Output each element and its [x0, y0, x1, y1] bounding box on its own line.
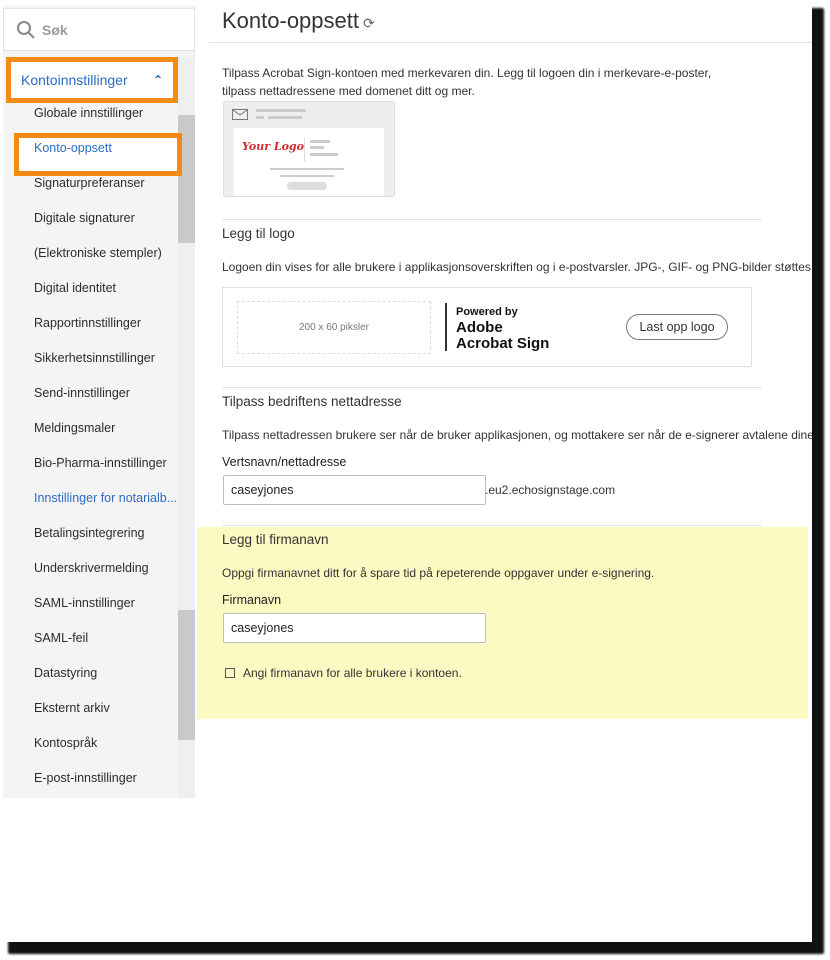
sidebar-item[interactable]: E-post-innstillinger	[34, 771, 137, 785]
sidebar-item[interactable]: Send-innstillinger	[34, 386, 130, 400]
sidebar-item[interactable]: Datastyring	[34, 666, 97, 680]
sidebar-item[interactable]: Innstillinger for notarialb...	[34, 491, 177, 505]
company-name-value: caseyjones	[231, 621, 294, 635]
sidebar-item[interactable]: Bio-Pharma-innstillinger	[34, 456, 167, 470]
sidebar: Søk Kontoinnstillinger ⌃ Globale innstil…	[3, 5, 195, 798]
sidebar-item[interactable]: (Elektroniske stempler)	[34, 246, 162, 260]
brand-line: Adobe	[456, 319, 503, 336]
your-logo-text: Your Logo	[242, 140, 304, 153]
sidebar-item[interactable]: Digitale signaturer	[34, 211, 135, 225]
sidebar-item[interactable]: Digital identitet	[34, 281, 116, 295]
placeholder-bar	[256, 116, 264, 119]
sidebar-item[interactable]: Globale innstillinger	[34, 106, 143, 120]
sidebar-item[interactable]: Konto-oppsett	[34, 141, 112, 155]
sidebar-item[interactable]: Betalingsintegrering	[34, 526, 145, 540]
email-logo-preview: Your Logo	[223, 101, 395, 197]
hostname-label: Vertsnavn/nettadresse	[222, 455, 347, 469]
domain-suffix: .eu2.echosignstage.com	[485, 483, 616, 497]
refresh-icon[interactable]: ⟳	[363, 15, 375, 31]
separator	[445, 303, 447, 351]
placeholder-bar	[256, 109, 306, 112]
logo-upload-box: 200 x 60 piksler Powered by Adobe Acroba…	[222, 287, 752, 367]
intro-text: tilpass nettadressene med domenet ditt o…	[222, 84, 475, 98]
divider	[222, 219, 762, 220]
upload-logo-button[interactable]: Last opp logo	[626, 314, 728, 340]
sidebar-group-kontoinnstillinger[interactable]: Kontoinnstillinger ⌃	[6, 57, 178, 103]
app-window: Søk Kontoinnstillinger ⌃ Globale innstil…	[0, 0, 812, 942]
url-description: Tilpass nettadressen brukere ser når de …	[222, 428, 812, 442]
sidebar-item[interactable]: SAML-feil	[34, 631, 88, 645]
search-icon	[17, 20, 35, 39]
mail-icon	[232, 109, 248, 120]
company-name-input[interactable]: caseyjones	[223, 613, 486, 643]
page-title-text: Konto-oppsett	[222, 8, 359, 33]
search-input[interactable]: Søk	[3, 8, 195, 51]
powered-by-text: Powered by	[456, 306, 518, 318]
sidebar-item[interactable]: Sikkerhetsinnstillinger	[34, 351, 155, 365]
group-label: Kontoinnstillinger	[21, 72, 128, 88]
section-title-url: Tilpass bedriftens nettadresse	[222, 394, 402, 409]
search-placeholder: Søk	[42, 21, 68, 38]
section-title-logo: Legg til logo	[222, 226, 295, 241]
company-name-section: Legg til firmanavn Oppgi firmanavnet dit…	[197, 527, 808, 719]
sidebar-item[interactable]: Underskrivermelding	[34, 561, 149, 575]
adobe-acrobat-sign-branding: Powered by Adobe Acrobat Sign	[456, 304, 549, 352]
checkbox-label: Angi firmanavn for alle brukere i kontoe…	[243, 666, 462, 680]
logo-description: Logoen din vises for alle brukere i appl…	[222, 260, 812, 274]
placeholder-bar	[268, 116, 302, 119]
logo-dropzone[interactable]: 200 x 60 piksler	[237, 301, 431, 354]
divider	[222, 387, 762, 388]
sidebar-item[interactable]: SAML-innstillinger	[34, 596, 135, 610]
company-name-label: Firmanavn	[222, 593, 282, 607]
company-description: Oppgi firmanavnet ditt for å spare tid p…	[222, 566, 655, 580]
divider	[222, 525, 762, 526]
sidebar-item[interactable]: Kontospråk	[34, 736, 97, 750]
sidebar-item[interactable]: Rapportinnstillinger	[34, 316, 141, 330]
hostname-input[interactable]: caseyjones	[223, 475, 486, 505]
sidebar-item[interactable]: Signaturpreferanser	[34, 176, 144, 190]
intro-text: Tilpass Acrobat Sign-kontoen med merkeva…	[222, 66, 712, 80]
divider	[209, 42, 812, 43]
sidebar-item[interactable]: Meldingsmaler	[34, 421, 115, 435]
sidebar-item[interactable]: Eksternt arkiv	[34, 701, 110, 715]
logo-size-hint: 200 x 60 piksler	[298, 322, 370, 333]
brand-line: Acrobat Sign	[456, 335, 550, 352]
page-title: Konto-oppsett ⟳	[222, 8, 375, 34]
apply-to-all-users-checkbox[interactable]	[225, 668, 235, 678]
section-title-company: Legg til firmanavn	[222, 532, 329, 547]
hostname-value: caseyjones	[231, 483, 294, 497]
scrollbar-track-segment[interactable]	[178, 610, 195, 740]
chevron-up-icon: ⌃	[152, 73, 163, 87]
